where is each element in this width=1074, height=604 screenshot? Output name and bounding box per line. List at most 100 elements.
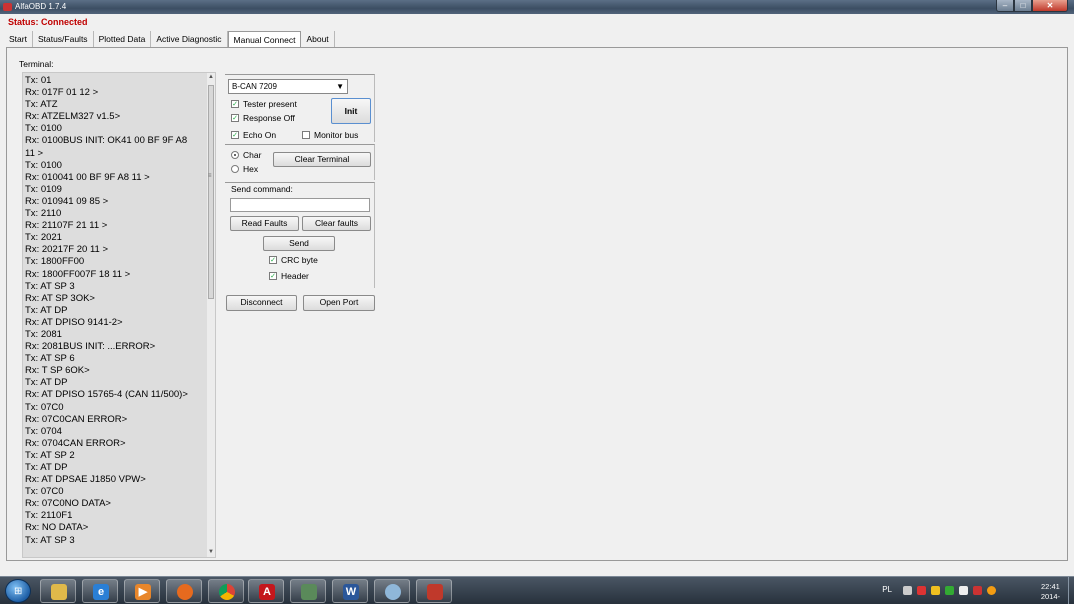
tab-plotted-data[interactable]: Plotted Data bbox=[94, 31, 152, 48]
terminal-line: Tx: 07C0 bbox=[25, 486, 64, 498]
word-icon: W bbox=[343, 584, 359, 600]
update-icon[interactable] bbox=[945, 586, 954, 595]
start-button[interactable]: ⊞ bbox=[5, 579, 31, 603]
terminal-line: Rx: 017F 01 12 > bbox=[25, 87, 99, 99]
protocol-select[interactable]: B-CAN 7209 ▼ bbox=[228, 79, 348, 94]
clock[interactable]: 22:41 2014-03-19 bbox=[1041, 582, 1060, 604]
tab-active-diagnostic[interactable]: Active Diagnostic bbox=[151, 31, 228, 48]
window-controls: – □ ✕ bbox=[996, 0, 1068, 12]
terminal-line: Rx: T SP 6OK> bbox=[25, 365, 90, 377]
terminal-line: Tx: AT SP 2 bbox=[25, 449, 75, 461]
radio-empty-icon bbox=[231, 165, 239, 173]
hex-radio[interactable]: Hex bbox=[231, 164, 258, 174]
send-command-label: Send command: bbox=[231, 184, 293, 194]
terminal-line: Tx: AT DP bbox=[25, 377, 68, 389]
clear-faults-button[interactable]: Clear faults bbox=[302, 216, 371, 231]
response-off-checkbox[interactable]: ✓ Response Off bbox=[231, 113, 295, 123]
crc-byte-checkbox[interactable]: ✓ CRC byte bbox=[269, 255, 318, 265]
tab-start[interactable]: Start bbox=[4, 31, 33, 48]
terminal-line: Tx: AT DP bbox=[25, 304, 68, 316]
terminal-line: Tx: 2110F1 bbox=[25, 510, 73, 522]
folder-icon bbox=[51, 584, 67, 600]
keyboard-icon[interactable] bbox=[903, 586, 912, 595]
network-error-icon[interactable] bbox=[917, 586, 926, 595]
open-port-button[interactable]: Open Port bbox=[303, 295, 375, 311]
chevron-down-icon: ▼ bbox=[336, 82, 344, 91]
char-radio[interactable]: Char bbox=[231, 150, 261, 160]
init-button[interactable]: Init bbox=[331, 98, 371, 124]
taskbar-app[interactable] bbox=[290, 579, 326, 603]
radio-selected-icon bbox=[231, 151, 239, 159]
scroll-grip-icon: ≡ bbox=[208, 173, 212, 179]
show-desktop-button[interactable] bbox=[1068, 577, 1074, 604]
terminal-lines: Tx: 01 Rx: 017F 01 12 > Tx: ATZ Rx: ATZELM3… bbox=[25, 75, 210, 547]
echo-on-checkbox[interactable]: ✓ Echo On bbox=[231, 130, 276, 140]
terminal-line: Tx: 01 bbox=[25, 75, 52, 86]
close-button[interactable]: ✕ bbox=[1032, 0, 1068, 12]
windows-logo-icon: ⊞ bbox=[14, 586, 23, 597]
acrobat-icon: A bbox=[259, 584, 275, 600]
terminal-line: Tx: ATZ bbox=[25, 99, 58, 111]
taskbar-acrobat[interactable]: A bbox=[248, 579, 284, 603]
terminal-line: Tx: 0100 bbox=[25, 123, 62, 135]
taskbar-firefox[interactable] bbox=[166, 579, 202, 603]
app-icon bbox=[3, 3, 12, 11]
terminal-line: Rx: 21107F 21 11 > bbox=[25, 220, 108, 232]
send-button[interactable]: Send bbox=[263, 236, 335, 251]
clock-date: 2014-03-19 bbox=[1040, 592, 1060, 604]
taskbar-paint[interactable] bbox=[374, 579, 410, 603]
media-player-icon: ▶ bbox=[135, 584, 151, 600]
minimize-button[interactable]: – bbox=[996, 0, 1014, 12]
terminal-line: Rx: 0704CAN ERROR> bbox=[25, 437, 126, 449]
tab-about[interactable]: About bbox=[301, 31, 335, 48]
app-window: Status: Connected Start Status/Faults Pl… bbox=[0, 14, 1074, 574]
check-icon: ✓ bbox=[231, 114, 239, 122]
terminal-line: Tx: AT SP 3 bbox=[25, 534, 75, 546]
disconnect-button[interactable]: Disconnect bbox=[226, 295, 297, 311]
taskbar-media-player[interactable]: ▶ bbox=[124, 579, 160, 603]
taskbar-word[interactable]: W bbox=[332, 579, 368, 603]
terminal-line: Tx: 0109 bbox=[25, 183, 62, 195]
terminal-line: Rx: ATZELM327 v1.5> bbox=[25, 111, 121, 123]
scroll-down-icon[interactable]: ▼ bbox=[207, 548, 215, 557]
scroll-up-icon[interactable]: ▲ bbox=[207, 73, 215, 82]
clock-time: 22:41 bbox=[1041, 582, 1060, 591]
taskbar-internet-explorer[interactable]: e bbox=[82, 579, 118, 603]
terminal-line: Tx: 0704 bbox=[25, 425, 62, 437]
terminal-line: Rx: AT DPISO 9141-2> bbox=[25, 316, 123, 328]
flag-icon[interactable] bbox=[987, 586, 996, 595]
terminal-output[interactable]: Tx: 01 Rx: 017F 01 12 > Tx: ATZ Rx: ATZELM3… bbox=[22, 72, 216, 558]
taskbar-chrome[interactable] bbox=[208, 579, 244, 603]
connection-status: Status: Connected bbox=[8, 17, 88, 27]
read-faults-button[interactable]: Read Faults bbox=[230, 216, 299, 231]
crc-byte-label: CRC byte bbox=[281, 255, 318, 265]
send-command-input[interactable] bbox=[230, 198, 370, 212]
chrome-icon bbox=[219, 584, 235, 600]
tab-status-faults[interactable]: Status/Faults bbox=[33, 31, 94, 48]
check-icon: ✓ bbox=[269, 256, 277, 264]
tester-present-label: Tester present bbox=[243, 99, 297, 109]
scroll-thumb[interactable] bbox=[208, 85, 214, 299]
manual-connect-page: Terminal: Tx: 01 Rx: 017F 01 12 > Tx: ATZ R… bbox=[6, 47, 1068, 561]
terminal-line: Tx: 2021 bbox=[25, 232, 62, 244]
notification-icon[interactable] bbox=[931, 586, 940, 595]
monitor-bus-checkbox[interactable]: Monitor bus bbox=[302, 130, 358, 140]
language-indicator[interactable]: PL bbox=[882, 585, 892, 594]
header-checkbox[interactable]: ✓ Header bbox=[269, 271, 309, 281]
tester-present-checkbox[interactable]: ✓ Tester present bbox=[231, 99, 297, 109]
tab-bar: Start Status/Faults Plotted Data Active … bbox=[4, 31, 335, 49]
taskbar-alfaobd[interactable] bbox=[416, 579, 452, 603]
taskbar-file-explorer[interactable] bbox=[40, 579, 76, 603]
clear-terminal-button[interactable]: Clear Terminal bbox=[273, 152, 371, 167]
battery-icon[interactable] bbox=[959, 586, 968, 595]
volume-icon[interactable] bbox=[973, 586, 982, 595]
maximize-button[interactable]: □ bbox=[1014, 0, 1032, 12]
terminal-scrollbar[interactable]: ▲ ≡ ▼ bbox=[207, 73, 215, 557]
monitor-bus-label: Monitor bus bbox=[314, 130, 359, 140]
terminal-line: Rx: 20217F 20 11 > bbox=[25, 244, 109, 256]
paint-icon bbox=[385, 584, 401, 600]
terminal-line: Rx: 07C0NO DATA> bbox=[25, 498, 111, 510]
terminal-line: Tx: 2081 bbox=[25, 328, 62, 340]
terminal-line: Rx: 010941 09 85 > bbox=[25, 195, 109, 207]
firefox-icon bbox=[177, 584, 193, 600]
